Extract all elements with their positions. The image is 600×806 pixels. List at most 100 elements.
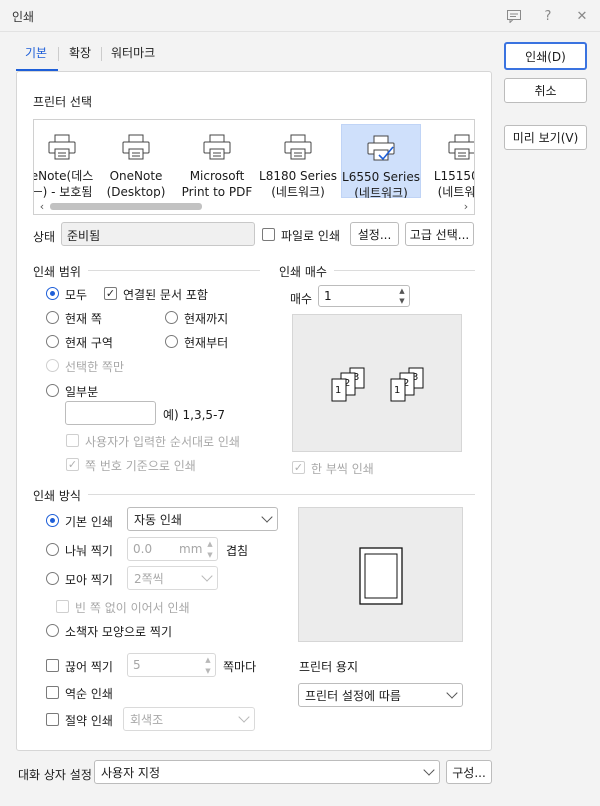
scroll-right-icon[interactable]: › (458, 198, 474, 214)
cut-pages-value: 5 (133, 658, 141, 672)
configure-button[interactable]: 구성... (446, 760, 492, 784)
print-to-file-checkbox[interactable] (262, 228, 275, 241)
status-value: 준비됨 (67, 229, 101, 243)
basic-print-value: 자동 인쇄 (134, 512, 182, 527)
copies-label: 인쇄 매수 (279, 265, 327, 279)
window-title: 인쇄 (12, 10, 35, 24)
copies-count-value: 1 (324, 289, 332, 303)
printer-item[interactable]: L8180 Series (네트워크) (258, 124, 338, 199)
split-spinner[interactable]: ▲ ▼ (203, 538, 217, 560)
reverse-print-checkbox[interactable] (46, 686, 59, 699)
paper-label: 프린터 용지 (299, 660, 359, 674)
partial-range-input[interactable] (65, 401, 156, 425)
printer-item[interactable]: OneNote (Desktop) (96, 124, 176, 199)
advanced-select-button[interactable]: 고급 선택... (405, 222, 474, 246)
cancel-button[interactable]: 취소 (504, 78, 587, 103)
print-button[interactable]: 인쇄(D) (504, 42, 587, 70)
single-page-icon (359, 547, 403, 605)
split-overlap-input[interactable]: 0.0 mm ▲ ▼ (127, 537, 218, 561)
saving-print-label: 절약 인쇄 (65, 714, 113, 728)
method-basic-label: 기본 인쇄 (65, 515, 113, 529)
printer-item[interactable]: Microsoft Print to PDF (177, 124, 257, 199)
copies-spinner[interactable]: ▲ ▼ (395, 286, 409, 306)
printer-name: L6550 Series (342, 170, 420, 184)
range-all-radio[interactable] (46, 287, 59, 300)
print-method-label: 인쇄 방식 (33, 489, 81, 503)
cut-print-checkbox[interactable] (46, 659, 59, 672)
chevron-down-icon (201, 570, 213, 582)
method-gather-radio[interactable] (46, 572, 59, 585)
tab-separator (101, 47, 102, 61)
scrollbar-thumb[interactable] (50, 203, 202, 210)
spin-up-icon[interactable]: ▲ (207, 540, 212, 548)
range-current-page-radio[interactable] (46, 311, 59, 324)
method-split-radio[interactable] (46, 543, 59, 556)
method-booklet-radio[interactable] (46, 624, 59, 637)
spin-down-icon[interactable]: ▼ (205, 667, 210, 675)
tab-basic[interactable]: 기본 (25, 44, 47, 61)
saving-mode-select[interactable]: 회색조 (123, 707, 255, 731)
basic-print-select[interactable]: 자동 인쇄 (127, 507, 278, 531)
cut-print-label: 끊어 찍기 (65, 660, 113, 674)
no-blank-label: 빈 쪽 없이 이어서 인쇄 (75, 601, 190, 615)
cut-spinner[interactable]: ▲ ▼ (201, 654, 215, 676)
copies-count-input[interactable]: 1 ▲ ▼ (318, 285, 410, 307)
status-label: 상태 (33, 230, 56, 244)
range-selection-radio[interactable] (46, 359, 59, 372)
printer-name: L8180 Series (259, 169, 337, 183)
printer-list[interactable]: eNote(데스 ‌ㅡ) - 보호됨 OneNote (Desktop) Mic… (33, 119, 475, 215)
collate-label: 한 부씩 인쇄 (311, 462, 374, 476)
page-number-order-checkbox[interactable]: ✓ (66, 458, 79, 471)
message-icon[interactable] (504, 6, 524, 26)
no-blank-checkbox[interactable] (56, 600, 69, 613)
printer-name: L15150 S (433, 169, 475, 183)
chevron-down-icon (423, 764, 435, 776)
collate-page-number: 1 (335, 385, 341, 396)
user-order-checkbox[interactable] (66, 434, 79, 447)
tab-separator (58, 47, 59, 61)
range-from-current-label: 현재부터 (184, 336, 229, 350)
spin-down-icon[interactable]: ▼ (207, 551, 212, 559)
spin-down-icon[interactable]: ▼ (399, 297, 404, 305)
preview-button[interactable]: 미리 보기(V) (504, 125, 587, 150)
saving-print-checkbox[interactable] (46, 713, 59, 726)
section-divider (88, 270, 260, 271)
close-icon[interactable]: ✕ (572, 6, 592, 26)
spin-up-icon[interactable]: ▲ (399, 287, 404, 295)
dialog-settings-select[interactable]: 사용자 지정 (94, 760, 440, 784)
help-icon[interactable]: ? (538, 6, 558, 26)
range-from-current-radio[interactable] (165, 335, 178, 348)
include-linked-checkbox[interactable]: ✓ (104, 287, 117, 300)
printer-item-selected[interactable]: L6550 Series (네트워크) (341, 124, 421, 200)
tab-watermark[interactable]: 워터마크 (111, 44, 155, 61)
range-selection-label: 선택한 쪽만 (65, 360, 125, 374)
method-split-label: 나눠 찍기 (65, 544, 113, 558)
cut-pages-input[interactable]: 5 ▲ ▼ (127, 653, 216, 677)
status-field: 준비됨 (61, 222, 255, 246)
method-basic-radio[interactable] (46, 514, 59, 527)
gather-select[interactable]: 2쪽씩 (127, 566, 218, 590)
range-partial-radio[interactable] (46, 384, 59, 397)
range-current-section-radio[interactable] (46, 335, 59, 348)
printer-default-icon (367, 135, 395, 161)
tab-extended[interactable]: 확장 (69, 44, 91, 61)
printer-select-label: 프린터 선택 (33, 95, 93, 109)
method-gather-label: 모아 찍기 (65, 573, 113, 587)
printer-name: OneNote (109, 169, 163, 183)
user-order-label: 사용자가 입력한 순서대로 인쇄 (85, 435, 240, 449)
cut-suffix-label: 쪽마다 (223, 660, 257, 674)
printer-item[interactable]: eNote(데스 ‌ㅡ) - 보호됨 (34, 124, 102, 199)
range-up-to-current-radio[interactable] (165, 311, 178, 324)
printer-item[interactable]: L15150 S (네트워크 (422, 124, 475, 199)
partial-range-example: 예) 1,3,5-7 (163, 408, 226, 422)
printer-scrollbar[interactable]: ‹ › (34, 198, 474, 214)
settings-button[interactable]: 설정... (350, 222, 399, 246)
layout-preview (298, 507, 463, 642)
scroll-left-icon[interactable]: ‹ (34, 198, 50, 214)
collate-checkbox[interactable]: ✓ (292, 461, 305, 474)
copies-count-label: 매수 (290, 292, 313, 306)
range-current-section-label: 현재 구역 (65, 336, 113, 350)
paper-select[interactable]: 프린터 설정에 따름 (298, 683, 463, 707)
page-number-order-label: 쪽 번호 기준으로 인쇄 (85, 459, 196, 473)
spin-up-icon[interactable]: ▲ (205, 656, 210, 664)
